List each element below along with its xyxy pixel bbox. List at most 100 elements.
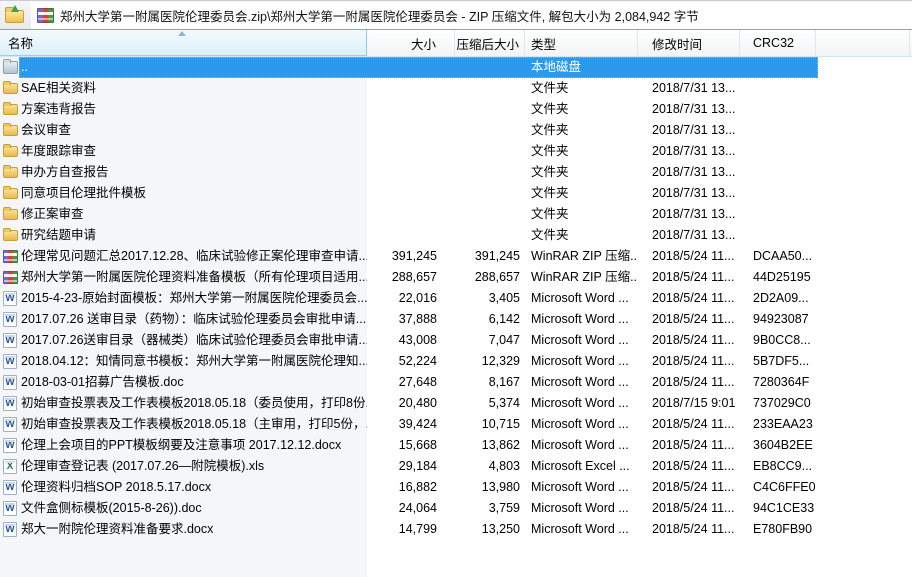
folder-row[interactable]: 修正案审查 文件夹 2018/7/31 13...: [0, 204, 912, 225]
file-row[interactable]: 初始审查投票表及工作表模板2018.05.18（委员使用，打印8份... 20,…: [0, 393, 912, 414]
file-packed-size: 3,405: [455, 288, 525, 309]
file-modified: 2018/7/31 13...: [638, 78, 740, 99]
file-modified: 2018/7/15 9:01: [638, 393, 740, 414]
up-one-level-button[interactable]: [2, 4, 28, 26]
file-type: 本地磁盘: [525, 57, 638, 78]
file-packed-size: 13,980: [455, 477, 525, 498]
folder-row[interactable]: 会议审查 文件夹 2018/7/31 13...: [0, 120, 912, 141]
column-header-name[interactable]: 名称: [0, 30, 367, 56]
file-type: 文件夹: [525, 162, 638, 183]
file-crc32: 737029C0: [740, 393, 900, 414]
file-size: [367, 78, 455, 99]
file-packed-size: [455, 78, 525, 99]
file-crc32: [740, 78, 900, 99]
file-modified: 2018/7/31 13...: [638, 120, 740, 141]
file-type: Microsoft Word ...: [525, 477, 638, 498]
file-type: WinRAR ZIP 压缩...: [525, 267, 638, 288]
file-row[interactable]: 伦理常见问题汇总2017.12.28、临床试验修正案伦理审查申请... 391,…: [0, 246, 912, 267]
file-crc32: DCAA50...: [740, 246, 900, 267]
address-bar[interactable]: 郑州大学第一附属医院伦理委员会.zip\郑州大学第一附属医院伦理委员会 - ZI…: [31, 2, 912, 29]
file-size: 22,016: [367, 288, 455, 309]
file-packed-size: 288,657: [455, 267, 525, 288]
folder-row[interactable]: 同意项目伦理批件模板 文件夹 2018/7/31 13...: [0, 183, 912, 204]
folder-row[interactable]: 方案违背报告 文件夹 2018/7/31 13...: [0, 99, 912, 120]
column-header-packed-size[interactable]: 压缩后大小: [455, 30, 525, 56]
folder-up-arrow-icon: [5, 10, 24, 23]
file-packed-size: [455, 99, 525, 120]
file-row[interactable]: 郑州大学第一附属医院伦理资料准备模板（所有伦理项目适用... 288,657 2…: [0, 267, 912, 288]
file-type: Microsoft Word ...: [525, 519, 638, 540]
file-row[interactable]: 伦理上会项目的PPT模板纲要及注意事项 2017.12.12.docx 15,6…: [0, 435, 912, 456]
file-crc32: [740, 183, 900, 204]
file-crc32: 7280364F: [740, 372, 900, 393]
file-size: 14,799: [367, 519, 455, 540]
file-name: 郑州大学第一附属医院伦理资料准备模板（所有伦理项目适用...: [0, 267, 367, 288]
file-modified: 2018/5/24 11...: [638, 519, 740, 540]
file-packed-size: 7,047: [455, 330, 525, 351]
file-name: 伦理资料归档SOP 2018.5.17.docx: [0, 477, 367, 498]
file-type: 文件夹: [525, 99, 638, 120]
file-packed-size: 13,862: [455, 435, 525, 456]
column-header-size[interactable]: 大小: [367, 30, 455, 56]
file-packed-size: 3,759: [455, 498, 525, 519]
file-row[interactable]: 2015-4-23-原始封面模板：郑州大学第一附属医院伦理委员会... 22,0…: [0, 288, 912, 309]
column-header-crc32[interactable]: CRC32: [740, 30, 816, 56]
file-modified: 2018/5/24 11...: [638, 288, 740, 309]
file-packed-size: [455, 162, 525, 183]
file-type: 文件夹: [525, 204, 638, 225]
file-packed-size: 5,374: [455, 393, 525, 414]
file-modified: 2018/5/24 11...: [638, 267, 740, 288]
file-name: 同意项目伦理批件模板: [0, 183, 367, 204]
file-size: 288,657: [367, 267, 455, 288]
file-row[interactable]: 初始审查投票表及工作表模板2018.05.18（主审用，打印5份，... 39,…: [0, 414, 912, 435]
file-crc32: [740, 141, 900, 162]
file-name: 2017.07.26送审目录（器械类）临床试验伦理委员会审批申请...: [0, 330, 367, 351]
file-crc32: 44D25195: [740, 267, 900, 288]
file-packed-size: [455, 183, 525, 204]
column-header-row: 名称 大小 压缩后大小 类型 修改时间 CRC32: [0, 29, 912, 57]
file-type: Microsoft Word ...: [525, 414, 638, 435]
folder-row[interactable]: SAE相关资料 文件夹 2018/7/31 13...: [0, 78, 912, 99]
file-type: WinRAR ZIP 压缩...: [525, 246, 638, 267]
column-header-modified[interactable]: 修改时间: [638, 30, 740, 56]
file-name: 伦理审查登记表 (2017.07.26—附院模板).xls: [0, 456, 367, 477]
file-modified: 2018/5/24 11...: [638, 456, 740, 477]
file-type: Microsoft Word ...: [525, 372, 638, 393]
file-modified: 2018/7/31 13...: [638, 183, 740, 204]
file-row[interactable]: 文件盒侧标模板(2015-8-26)).doc 24,064 3,759 Mic…: [0, 498, 912, 519]
file-size: [367, 141, 455, 162]
column-header-empty: [816, 30, 910, 56]
toolbar: 郑州大学第一附属医院伦理委员会.zip\郑州大学第一附属医院伦理委员会 - ZI…: [0, 1, 912, 29]
file-size: [367, 225, 455, 246]
file-name: 郑大一附院伦理资料准备要求.docx: [0, 519, 367, 540]
file-modified: 2018/5/24 11...: [638, 435, 740, 456]
file-row[interactable]: 2018.04.12：知情同意书模板：郑州大学第一附属医院伦理知... 52,2…: [0, 351, 912, 372]
file-row[interactable]: 伦理审查登记表 (2017.07.26—附院模板).xls 29,184 4,8…: [0, 456, 912, 477]
file-size: 15,668: [367, 435, 455, 456]
folder-row[interactable]: 年度跟踪审查 文件夹 2018/7/31 13...: [0, 141, 912, 162]
file-row[interactable]: 2017.07.26 送审目录（药物）：临床试验伦理委员会审批申请... 37,…: [0, 309, 912, 330]
file-row[interactable]: 2017.07.26送审目录（器械类）临床试验伦理委员会审批申请... 43,0…: [0, 330, 912, 351]
file-modified: 2018/5/24 11...: [638, 351, 740, 372]
file-size: 29,184: [367, 456, 455, 477]
file-list: .. 本地磁盘 SAE相关资料 文件夹 2018/7/31 13... 方案违背…: [0, 57, 912, 577]
file-type: Microsoft Word ...: [525, 498, 638, 519]
file-row[interactable]: 郑大一附院伦理资料准备要求.docx 14,799 13,250 Microso…: [0, 519, 912, 540]
file-modified: 2018/5/24 11...: [638, 330, 740, 351]
file-size: 52,224: [367, 351, 455, 372]
file-modified: 2018/7/31 13...: [638, 99, 740, 120]
file-size: 43,008: [367, 330, 455, 351]
file-type: 文件夹: [525, 183, 638, 204]
file-packed-size: 4,803: [455, 456, 525, 477]
file-packed-size: [455, 204, 525, 225]
file-size: [367, 183, 455, 204]
column-header-name-label: 名称: [8, 33, 33, 52]
column-header-type[interactable]: 类型: [525, 30, 638, 56]
folder-row[interactable]: .. 本地磁盘: [0, 57, 912, 78]
folder-row[interactable]: 申办方自查报告 文件夹 2018/7/31 13...: [0, 162, 912, 183]
folder-row[interactable]: 研究结题申请 文件夹 2018/7/31 13...: [0, 225, 912, 246]
file-row[interactable]: 2018-03-01招募广告模板.doc 27,648 8,167 Micros…: [0, 372, 912, 393]
file-crc32: 5B7DF5...: [740, 351, 900, 372]
file-row[interactable]: 伦理资料归档SOP 2018.5.17.docx 16,882 13,980 M…: [0, 477, 912, 498]
file-crc32: EB8CC9...: [740, 456, 900, 477]
